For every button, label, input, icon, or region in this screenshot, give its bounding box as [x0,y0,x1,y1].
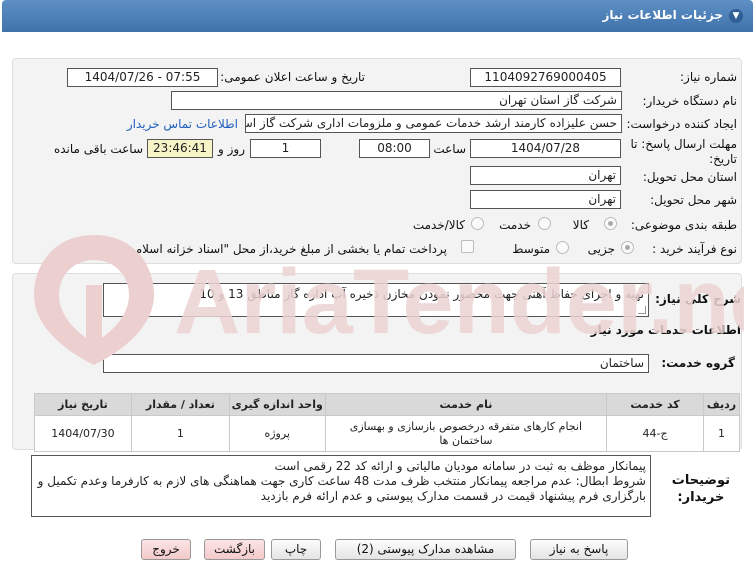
view-attachments-button[interactable]: مشاهده مدارک پیوستی (2) [335,539,516,560]
creator-field: حسن علیزاده کارمند ارشد خدمات عمومی و مل… [245,114,622,133]
creator-label: ایجاد کننده درخواست: [626,117,737,131]
process-radio-minor[interactable] [621,241,634,254]
col-quantity: تعداد / مقدار [130,393,230,416]
remaining-time-field: 23:46:41 [147,139,213,158]
category-label: طبقه بندی موضوعی: [630,218,737,232]
summary-field: تهیه و اجرای حفاظ آهنی جهت محصور نمودن م… [103,283,649,317]
buyer-notes-label: توضیحات خریدار: [672,472,730,506]
process-option-minor: جزیی [587,242,615,256]
services-section-title: اطلاعات خدمات مورد نیاز [590,323,741,337]
buyer-note-line: شروط ابطال: عدم مراجعه پیمانکار منتخب ظر… [37,474,646,488]
payment-note: پرداخت تمام یا بخشی از مبلغ خرید،از محل … [64,242,447,256]
table-header-row: تاریخ نیاز تعداد / مقدار واحد اندازه گیر… [34,393,741,416]
buyer-note-line: بارگزاری فرم پیشنهاد قیمت در قسمت مدارک … [260,489,646,503]
buyer-org-label: نام دستگاه خریدار: [642,94,738,108]
days-field: 1 [250,139,321,158]
back-button[interactable]: بازگشت [204,539,265,560]
buyer-notes-field: پیمانکار موظف به ثبت در سامانه مودیان ما… [31,455,651,517]
category-option-service: خدمت [499,218,531,232]
cell-quantity: 1 [130,415,230,452]
category-radio-goods-service[interactable] [471,217,484,230]
cell-service-name: انجام کارهای متفرقه درخصوص بازسازی و بهس… [324,415,608,452]
cell-need-date: 1404/07/30 [34,415,132,452]
deadline-label-line2: تاریخ: [709,152,737,166]
category-option-goods-service: کالا/خدمت [412,218,465,232]
contact-buyer-link[interactable]: اطلاعات تماس خریدار [127,117,238,131]
col-row-number: ردیف [702,393,741,416]
cell-unit: پروژه [228,415,326,452]
city-label: شهر محل تحویل: [650,193,737,207]
print-button[interactable]: چاپ [271,539,321,560]
buyer-org-field: شرکت گاز استان تهران [171,91,622,110]
exit-button[interactable]: خروج [141,539,191,560]
page-title: جزئیات اطلاعات نیاز [602,8,723,22]
process-label: نوع فرآیند خرید : [652,242,737,256]
buyer-notes-label-line2: خریدار: [677,490,725,505]
col-service-name: نام خدمت [324,393,608,416]
col-service-code: کد خدمت [606,393,704,416]
reply-button[interactable]: پاسخ به نیاز [530,539,628,560]
deadline-time-field: 08:00 [359,139,430,158]
category-radio-goods[interactable] [604,217,617,230]
services-table: تاریخ نیاز تعداد / مقدار واحد اندازه گیر… [34,393,741,452]
province-label: استان محل تحویل: [642,170,737,184]
city-field: تهران [470,190,621,209]
deadline-label: مهلت ارسال پاسخ: تا تاریخ: [630,137,737,167]
category-option-goods: کالا [572,218,589,232]
deadline-date-field: 1404/07/28 [470,139,621,158]
days-label: روز و [218,142,245,156]
process-option-medium: متوسط [512,242,550,256]
time-label: ساعت [433,142,466,156]
process-radio-medium[interactable] [556,241,569,254]
buyer-note-line: پیمانکار موظف به ثبت در سامانه مودیان ما… [274,459,647,473]
announce-datetime-field: 1404/07/26 - 07:55 [67,68,218,87]
need-number-field: 1104092769000405 [470,68,621,87]
summary-text: تهیه و اجرای حفاظ آهنی جهت محصور نمودن م… [199,287,644,301]
cell-service-code: ج-44 [606,415,704,452]
deadline-label-line1: مهلت ارسال پاسخ: تا [630,137,737,151]
cell-row-number: 1 [702,415,741,452]
table-row: 1404/07/30 1 پروژه انجام کارهای متفرقه د… [34,415,741,452]
province-field: تهران [470,166,621,185]
page-header: ▼ جزئیات اطلاعات نیاز [2,0,753,32]
chevron-down-icon[interactable]: ▼ [729,9,743,23]
service-group-label: گروه خدمت: [661,356,735,370]
summary-label: شرح کلی نیاز: [655,292,741,306]
need-number-label: شماره نیاز: [680,70,737,84]
buyer-notes-label-line1: توضیحات [671,473,730,488]
payment-checkbox[interactable] [461,240,474,253]
category-radio-service[interactable] [538,217,551,230]
remaining-label: ساعت باقی مانده [53,142,143,156]
announce-label: تاریخ و ساعت اعلان عمومی: [220,70,365,84]
resize-handle[interactable] [638,306,646,314]
service-group-field: ساختمان [103,354,649,373]
col-need-date: تاریخ نیاز [34,393,132,416]
col-unit: واحد اندازه گیری [228,393,326,416]
